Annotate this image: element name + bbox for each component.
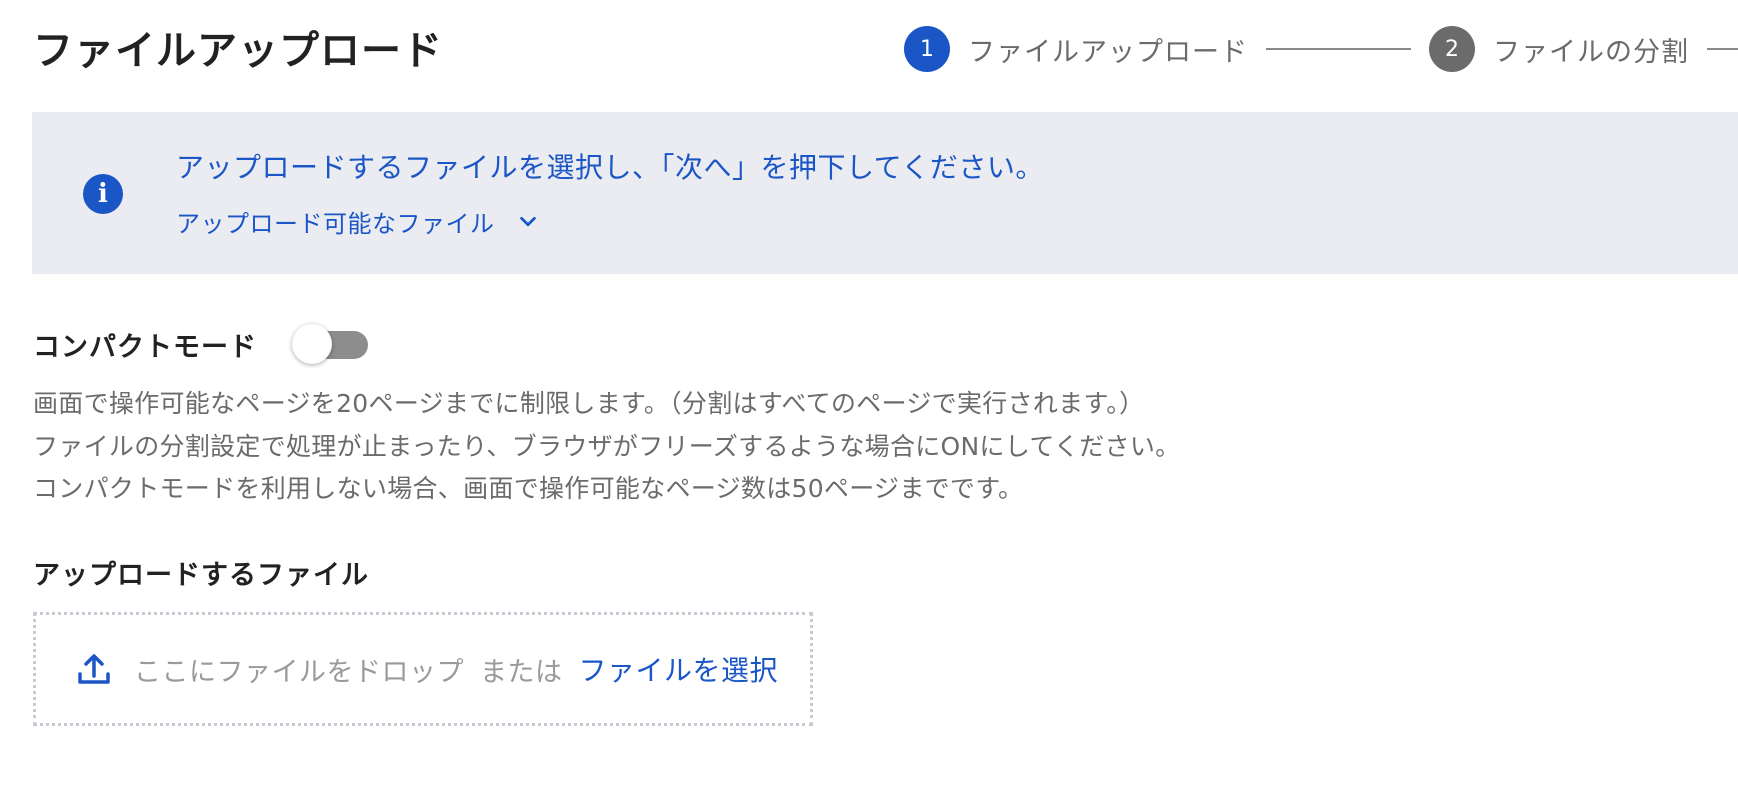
step-connector — [1707, 48, 1738, 50]
select-file-link[interactable]: ファイルを選択 — [579, 649, 779, 689]
compact-mode-description-line: 画面で操作可能なページを20ページまでに制限します。（分割はすべてのページで実行… — [33, 389, 1145, 418]
info-panel: i アップロードするファイルを選択し、「次へ」を押下してください。 アップロード… — [32, 112, 1738, 274]
upload-icon — [78, 654, 110, 684]
compact-mode-description-line: コンパクトモードを利用しない場合、画面で操作可能なページ数は50ページまでです。 — [33, 474, 1024, 503]
step-2-number: 2 — [1429, 26, 1475, 72]
or-text: または — [480, 656, 563, 688]
step-1-number: 1 — [904, 26, 950, 72]
stepper: 1 ファイルアップロード 2 ファイルの分割 — [904, 25, 1738, 73]
step-connector — [1266, 48, 1411, 50]
compact-mode-row: コンパクトモード — [33, 322, 368, 366]
step-2-label: ファイルの分割 — [1493, 36, 1689, 68]
step-1-label: ファイルアップロード — [968, 36, 1248, 68]
info-message: アップロードするファイルを選択し、「次へ」を押下してください。 — [176, 151, 1044, 184]
file-dropzone[interactable]: ここにファイルをドロップ または ファイルを選択 — [33, 612, 813, 726]
compact-mode-toggle[interactable] — [292, 324, 368, 364]
page-title: ファイルアップロード — [33, 28, 443, 74]
compact-mode-description-line: ファイルの分割設定で処理が止まったり、ブラウザがフリーズするような場合にONにし… — [33, 432, 1181, 461]
uploadable-files-toggle-label: アップロード可能なファイル — [176, 210, 495, 238]
uploadable-files-toggle[interactable]: アップロード可能なファイル — [176, 204, 539, 239]
compact-mode-label: コンパクトモード — [33, 331, 257, 363]
drop-hint: ここにファイルをドロップ — [134, 656, 464, 688]
upload-section-title: アップロードするファイル — [33, 560, 369, 591]
toggle-thumb — [292, 324, 332, 364]
info-icon: i — [83, 174, 123, 214]
chevron-down-icon — [519, 216, 536, 226]
